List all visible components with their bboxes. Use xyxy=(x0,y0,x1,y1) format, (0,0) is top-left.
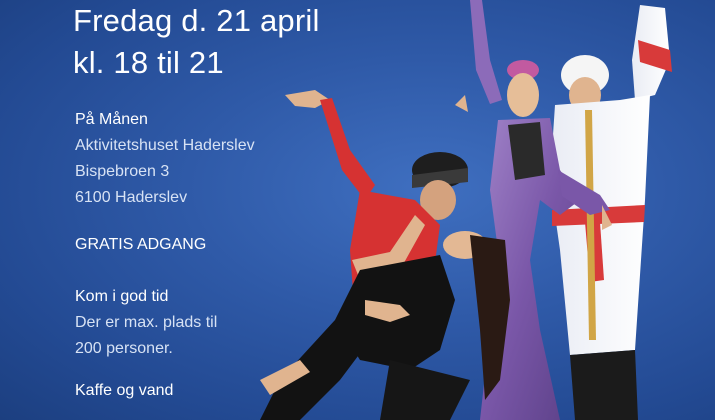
notice-heading: Kom i god tid xyxy=(75,288,169,305)
event-poster: Fredag d. 21 april kl. 18 til 21 På Måne… xyxy=(0,0,715,420)
event-time: kl. 18 til 21 xyxy=(73,45,224,80)
capacity-notice: Kom i god tid Der er max. plads til 200 … xyxy=(75,284,217,362)
admission-label: GRATIS ADGANG xyxy=(75,236,207,253)
refreshments-info: Kaffe og vand xyxy=(75,378,173,404)
dancers-photo xyxy=(260,0,672,420)
refreshments-label: Kaffe og vand xyxy=(75,382,174,399)
venue-city: 6100 Haderslev xyxy=(75,189,188,206)
notice-line-2: 200 personer. xyxy=(75,340,173,357)
notice-line-1: Der er max. plads til xyxy=(75,314,218,331)
admission-info: GRATIS ADGANG xyxy=(75,232,206,258)
venue-address: På Månen Aktivitetshuset Haderslev Bispe… xyxy=(75,107,255,211)
venue-label: På Månen xyxy=(75,111,148,128)
venue-street: Bispebroen 3 xyxy=(75,163,170,180)
dancer-white-costume xyxy=(550,5,672,420)
venue-building: Aktivitetshuset Haderslev xyxy=(75,137,255,154)
